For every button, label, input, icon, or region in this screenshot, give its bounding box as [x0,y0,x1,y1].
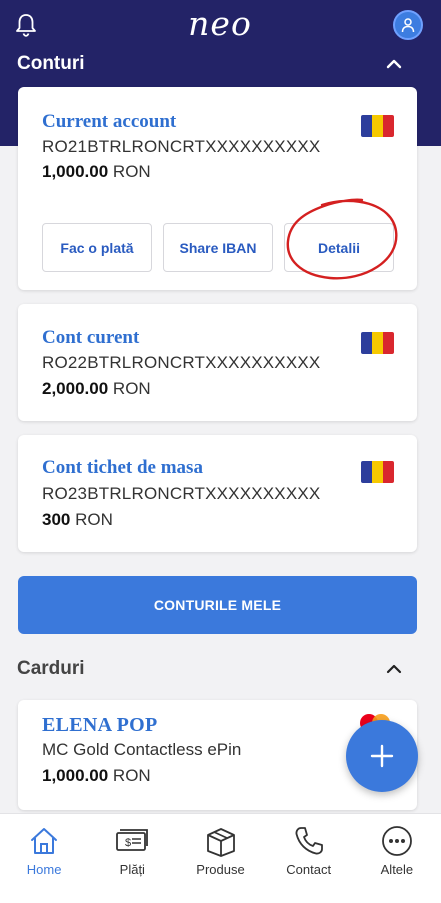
card-balance: 1,000.00 RON [42,766,151,786]
balance-value: 300 [42,510,71,529]
account-title: Cont tichet de masa [42,457,203,478]
balance-currency: RON [112,766,151,785]
account-balance: 2,000.00 RON [42,379,151,399]
account-title: Cont curent [42,327,140,348]
nav-label: Altele [380,862,414,877]
card-holder-name: ELENA POP [42,714,158,736]
account-iban: RO22BTRLRONCRTXXXXXXXXXX [42,353,321,372]
balance-value: 2,000.00 [42,379,109,398]
romania-flag-icon [361,461,394,483]
neo-logo: neo [188,4,252,43]
share-iban-button[interactable]: Share IBAN [163,223,273,272]
accounts-section-title: Conturi [17,53,85,74]
balance-value: 1,000.00 [42,162,109,181]
top-bar: neo [0,0,441,50]
chevron-up-icon[interactable] [384,57,404,71]
profile-button[interactable] [393,10,423,40]
account-card[interactable]: Cont curent RO22BTRLRONCRTXXXXXXXXXX 2,0… [18,304,417,421]
balance-currency: RON [112,379,151,398]
nav-label: Plăți [119,862,145,877]
romania-flag-icon [361,115,394,137]
user-icon [401,18,415,33]
details-button[interactable]: Detalii [284,223,394,272]
add-button[interactable] [346,720,418,792]
account-actions: Fac o plată Share IBAN Detalii [42,223,394,272]
card-type: MC Gold Contactless ePin [42,740,242,759]
account-card[interactable]: Cont tichet de masa RO23BTRLRONCRTXXXXXX… [18,435,417,552]
nav-item-payments[interactable]: $ Plăți [88,814,176,903]
balance-value: 1,000.00 [42,766,109,785]
more-icon [382,826,412,856]
romania-flag-icon [361,332,394,354]
plus-icon [370,744,394,768]
balance-currency: RON [112,162,151,181]
nav-item-more[interactable]: Altele [353,814,441,903]
box-icon [206,828,235,857]
my-accounts-button[interactable]: CONTURILE MELE [18,576,417,634]
svg-text:$: $ [125,837,131,849]
chevron-up-icon[interactable] [384,662,404,676]
account-balance: 1,000.00 RON [42,162,151,182]
cards-section-title: Carduri [17,658,85,679]
nav-label: Home [26,862,62,877]
account-iban: RO21BTRLRONCRTXXXXXXXXXX [42,137,321,156]
account-iban: RO23BTRLRONCRTXXXXXXXXXX [42,484,321,503]
account-card[interactable]: Current account RO21BTRLRONCRTXXXXXXXXXX… [18,87,417,290]
nav-label: Contact [286,862,332,877]
account-title: Current account [42,111,177,132]
nav-item-products[interactable]: Produse [176,814,264,903]
bell-icon[interactable] [14,12,38,38]
payments-icon: $ [116,829,149,851]
nav-item-home[interactable]: Home [0,814,88,903]
balance-currency: RON [75,510,113,529]
bottom-navigation: Home $ Plăți Produse Contact Altele [0,813,441,903]
phone-icon [295,827,323,855]
make-payment-button[interactable]: Fac o plată [42,223,152,272]
account-balance: 300 RON [42,510,113,530]
nav-item-contact[interactable]: Contact [265,814,353,903]
nav-label: Produse [196,862,245,877]
home-icon [31,828,58,854]
